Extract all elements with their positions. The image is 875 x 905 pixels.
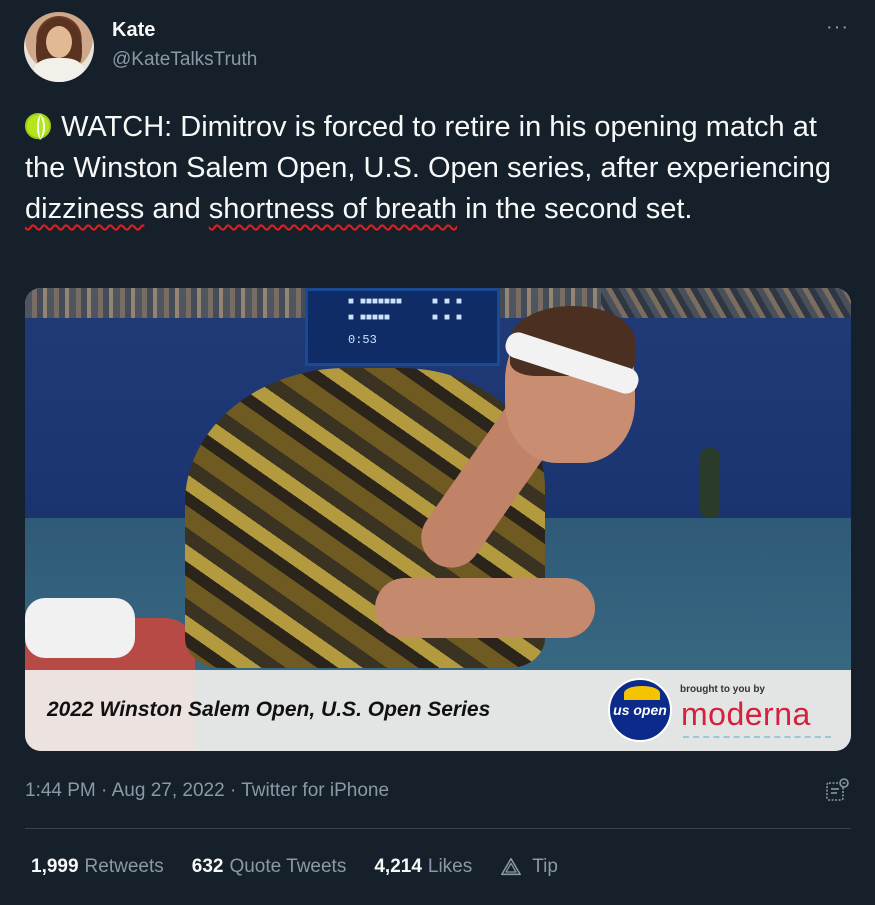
- sponsor-logo: moderna: [681, 696, 811, 732]
- tweet-time[interactable]: 1:44 PM: [25, 780, 96, 801]
- meta-separator: ·: [229, 780, 237, 801]
- sponsor-underline: [683, 736, 831, 738]
- quotes-count: 632: [191, 856, 224, 877]
- tweet-source[interactable]: Twitter for iPhone: [241, 780, 389, 801]
- tweet-text-part3: in the second set.: [465, 193, 693, 225]
- analytics-icon[interactable]: [825, 778, 849, 802]
- user-handle[interactable]: @KateTalksTruth: [112, 49, 257, 71]
- scoreboard-time: 0:53: [348, 333, 377, 347]
- likes-stat[interactable]: 4,214 Likes: [374, 856, 472, 878]
- media-lower-third: 2022 Winston Salem Open, U.S. Open Serie…: [25, 670, 851, 751]
- tweet-text-underline1: dizziness: [25, 193, 145, 225]
- retweets-stat[interactable]: 1,999 Retweets: [31, 856, 164, 878]
- likes-label: Likes: [427, 856, 473, 877]
- divider: [25, 828, 851, 829]
- display-name[interactable]: Kate: [112, 19, 155, 42]
- avatar[interactable]: [24, 12, 94, 82]
- tweet-text: WATCH: Dimitrov is forced to retire in h…: [25, 107, 855, 230]
- more-options-icon[interactable]: ···: [826, 17, 849, 37]
- tweet-meta: 1:44 PM · Aug 27, 2022 · Twitter for iPh…: [25, 780, 389, 802]
- tweet-date[interactable]: Aug 27, 2022: [112, 780, 225, 801]
- meta-separator: ·: [101, 780, 108, 801]
- tennis-ball-icon: [25, 113, 51, 140]
- usopen-logo: us open: [608, 678, 672, 742]
- usopen-logo-text: us open: [613, 702, 667, 718]
- sponsor-prefix: brought to you by: [680, 684, 765, 695]
- media-towel: [25, 598, 135, 658]
- likes-count: 4,214: [374, 856, 422, 877]
- retweets-label: Retweets: [84, 856, 164, 877]
- tweet-text-underline2: shortness of breath: [208, 193, 458, 225]
- quotes-stat[interactable]: 632 Quote Tweets: [192, 856, 347, 878]
- tweet-stats: 1,999 Retweets 632 Quote Tweets 4,214 Likes…: [31, 856, 558, 878]
- retweets-count: 1,999: [31, 856, 79, 877]
- media-caption: 2022 Winston Salem Open, U.S. Open Serie…: [47, 698, 491, 721]
- media-scoreboard: ■ ■■■■■■■ ■ ■ ■ ■ ■■■■■ ■ ■ ■ 0:53: [305, 288, 500, 366]
- tip-label: Tip: [532, 856, 558, 877]
- tweet-text-part2: and: [152, 193, 201, 225]
- media-player-forearm: [375, 578, 595, 638]
- tip-icon: [501, 857, 522, 876]
- tweet-header: Kate @KateTalksTruth ···: [24, 12, 851, 84]
- quotes-label: Quote Tweets: [229, 856, 347, 877]
- media-ballkid: [700, 448, 720, 518]
- tweet-text-part1: WATCH: Dimitrov is forced to retire in h…: [25, 111, 831, 184]
- tweet-media-video[interactable]: ■ ■■■■■■■ ■ ■ ■ ■ ■■■■■ ■ ■ ■ 0:53 2022 …: [25, 288, 851, 751]
- tip-button[interactable]: Tip: [500, 856, 558, 878]
